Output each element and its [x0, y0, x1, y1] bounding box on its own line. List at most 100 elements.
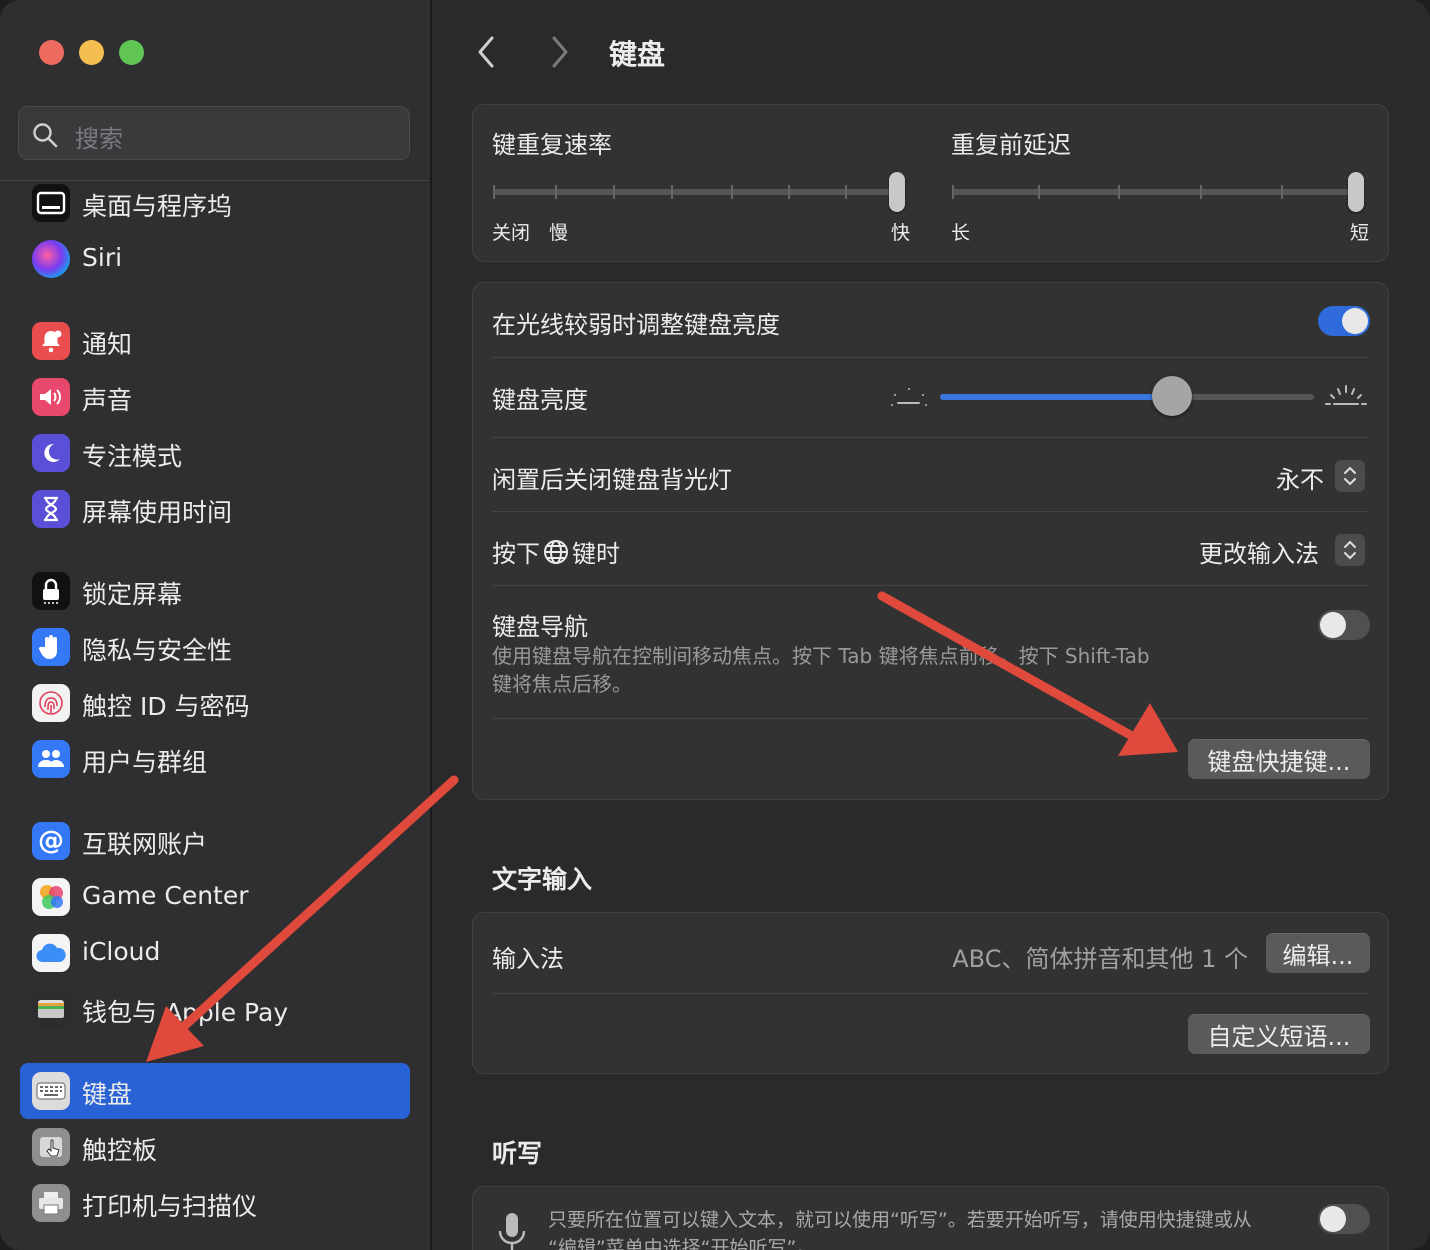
key-repeat-knob[interactable] [889, 172, 905, 212]
printer-icon [32, 1184, 70, 1222]
main-pane: 键盘 键重复速率 关闭 慢 快 重复前延迟 长 短 在光线较弱时调整键盘亮度 键… [432, 0, 1430, 1250]
tick [555, 185, 557, 199]
separator [492, 585, 1369, 586]
separator [492, 511, 1369, 512]
forward-chevron-icon[interactable] [544, 32, 574, 72]
sidebar-item-label: 桌面与程序坞 [82, 192, 233, 221]
sidebar-item-notifications[interactable]: 通知 [20, 313, 410, 369]
separator [492, 437, 1369, 438]
globe-key-stepper[interactable] [1335, 534, 1365, 566]
sidebar-item-sound[interactable]: 声音 [20, 369, 410, 425]
globe-key-value[interactable]: 更改输入法 [1199, 534, 1319, 569]
repeat-delay-track [952, 189, 1364, 195]
sidebar-item-label: 锁定屏幕 [82, 580, 183, 609]
window-controls [39, 40, 144, 65]
tick [845, 185, 847, 199]
hourglass-icon [32, 490, 70, 528]
brightness-knob[interactable] [1151, 376, 1192, 416]
backlight-card: 在光线较弱时调整键盘亮度 键盘亮度 闲置后关闭键盘背光灯 永不 按下 键时 更改… [472, 282, 1389, 800]
separator [492, 993, 1369, 994]
dictation-toggle[interactable] [1318, 1204, 1370, 1234]
back-chevron-icon[interactable] [472, 32, 502, 72]
sidebar: 搜索 桌面与程序坞 Siri 通知 声音 专注模式 屏幕使用时间 锁定屏幕 隐私… [0, 0, 432, 1250]
tick [731, 185, 733, 199]
key-repeat-off-label: 关闭 [492, 222, 531, 244]
sidebar-item-label: 隐私与安全性 [82, 636, 233, 665]
adjust-low-light-label: 在光线较弱时调整键盘亮度 [492, 311, 780, 339]
sidebar-item-touch-id[interactable]: 触控 ID 与密码 [20, 675, 410, 731]
sidebar-item-privacy[interactable]: 隐私与安全性 [20, 619, 410, 675]
speaker-icon [32, 378, 70, 416]
sidebar-item-icloud[interactable]: iCloud [20, 925, 410, 981]
brightness-label: 键盘亮度 [492, 386, 588, 414]
sidebar-item-siri[interactable]: Siri [20, 231, 410, 287]
hand-icon [32, 628, 70, 666]
sidebar-item-focus[interactable]: 专注模式 [20, 425, 410, 481]
separator [492, 718, 1369, 719]
toggle-knob [1320, 1206, 1346, 1232]
backlight-off-value[interactable]: 永不 [1276, 460, 1324, 495]
edit-input-sources-button[interactable]: 编辑... [1266, 933, 1370, 973]
game-center-icon [32, 878, 70, 916]
key-repeat-label: 键重复速率 [492, 131, 612, 159]
tick [1281, 185, 1283, 199]
bell-icon [32, 322, 70, 360]
tick [613, 185, 615, 199]
keyboard-nav-toggle[interactable] [1318, 610, 1370, 640]
close-window-button[interactable] [39, 40, 64, 65]
sidebar-item-label: Game Center [82, 881, 249, 910]
brightness-fill [940, 394, 1172, 400]
key-repeat-fast-label: 快 [891, 222, 911, 244]
description-line: “编辑”菜单中选择“开始听写”。 [548, 1237, 816, 1250]
sidebar-item-game-center[interactable]: Game Center [20, 869, 410, 925]
fingerprint-icon [32, 684, 70, 722]
repeat-delay-knob[interactable] [1348, 172, 1364, 212]
sidebar-item-lock-screen[interactable]: 锁定屏幕 [20, 563, 410, 619]
keyboard-nav-description: 使用键盘导航在控制间移动焦点。按下 Tab 键将焦点前移，按下 Shift-Ta… [492, 642, 1282, 698]
search-placeholder: 搜索 [75, 125, 123, 153]
up-down-chevron-icon [1344, 466, 1356, 486]
sidebar-item-users-groups[interactable]: 用户与群组 [20, 731, 410, 787]
cloud-icon [32, 934, 70, 972]
toggle-knob [1342, 308, 1368, 334]
search-field[interactable]: 搜索 [18, 106, 410, 160]
sidebar-item-label: 触控板 [82, 1136, 158, 1165]
tick [493, 185, 495, 199]
sidebar-item-screen-time[interactable]: 屏幕使用时间 [20, 481, 410, 537]
minimize-window-button[interactable] [79, 40, 104, 65]
toggle-knob [1320, 612, 1346, 638]
sidebar-item-label: Siri [82, 243, 123, 272]
sidebar-item-label: 钱包与 Apple Pay [82, 998, 289, 1027]
sidebar-item-keyboard[interactable]: 键盘 [20, 1063, 410, 1119]
backlight-off-stepper[interactable] [1335, 460, 1365, 492]
sidebar-item-label: iCloud [82, 937, 161, 966]
page-title: 键盘 [609, 38, 666, 71]
sidebar-item-desktop-dock[interactable]: 桌面与程序坞 [20, 175, 410, 231]
description-line: 只要所在位置可以键入文本，就可以使用“听写”。若要开始听写，请使用快捷键或从 [548, 1209, 1252, 1231]
lock-icon [32, 572, 70, 610]
zoom-window-button[interactable] [119, 40, 144, 65]
description-line: 使用键盘导航在控制间移动焦点。按下 Tab 键将焦点前移，按下 Shift-Ta… [492, 644, 1150, 668]
dock-icon [32, 184, 70, 222]
text-input-heading: 文字输入 [492, 865, 593, 894]
repeat-delay-long-label: 长 [951, 222, 971, 244]
repeat-delay-label: 重复前延迟 [951, 131, 1071, 159]
magnifier-icon [33, 123, 58, 148]
settings-window: 搜索 桌面与程序坞 Siri 通知 声音 专注模式 屏幕使用时间 锁定屏幕 隐私… [0, 0, 1430, 1250]
brightness-high-icon [1325, 385, 1367, 405]
sidebar-item-internet-accounts[interactable]: @ 互联网账户 [20, 813, 410, 869]
text-replacements-button[interactable]: 自定义短语... [1188, 1014, 1370, 1054]
keyboard-icon [32, 1072, 70, 1110]
sidebar-item-trackpad[interactable]: 触控板 [20, 1119, 410, 1175]
keyboard-nav-label: 键盘导航 [492, 613, 588, 641]
sidebar-item-label: 通知 [82, 330, 133, 359]
users-icon [32, 740, 70, 778]
tick [952, 185, 954, 199]
sidebar-item-wallet[interactable]: 钱包与 Apple Pay [20, 981, 410, 1037]
keyboard-shortcuts-button[interactable]: 键盘快捷键... [1188, 739, 1370, 779]
key-repeat-card: 键重复速率 关闭 慢 快 重复前延迟 长 短 [472, 104, 1389, 262]
repeat-delay-short-label: 短 [1350, 222, 1370, 244]
sidebar-item-printers[interactable]: 打印机与扫描仪 [20, 1175, 410, 1231]
adjust-low-light-toggle[interactable] [1318, 306, 1370, 336]
description-line: 键将焦点后移。 [492, 672, 632, 696]
